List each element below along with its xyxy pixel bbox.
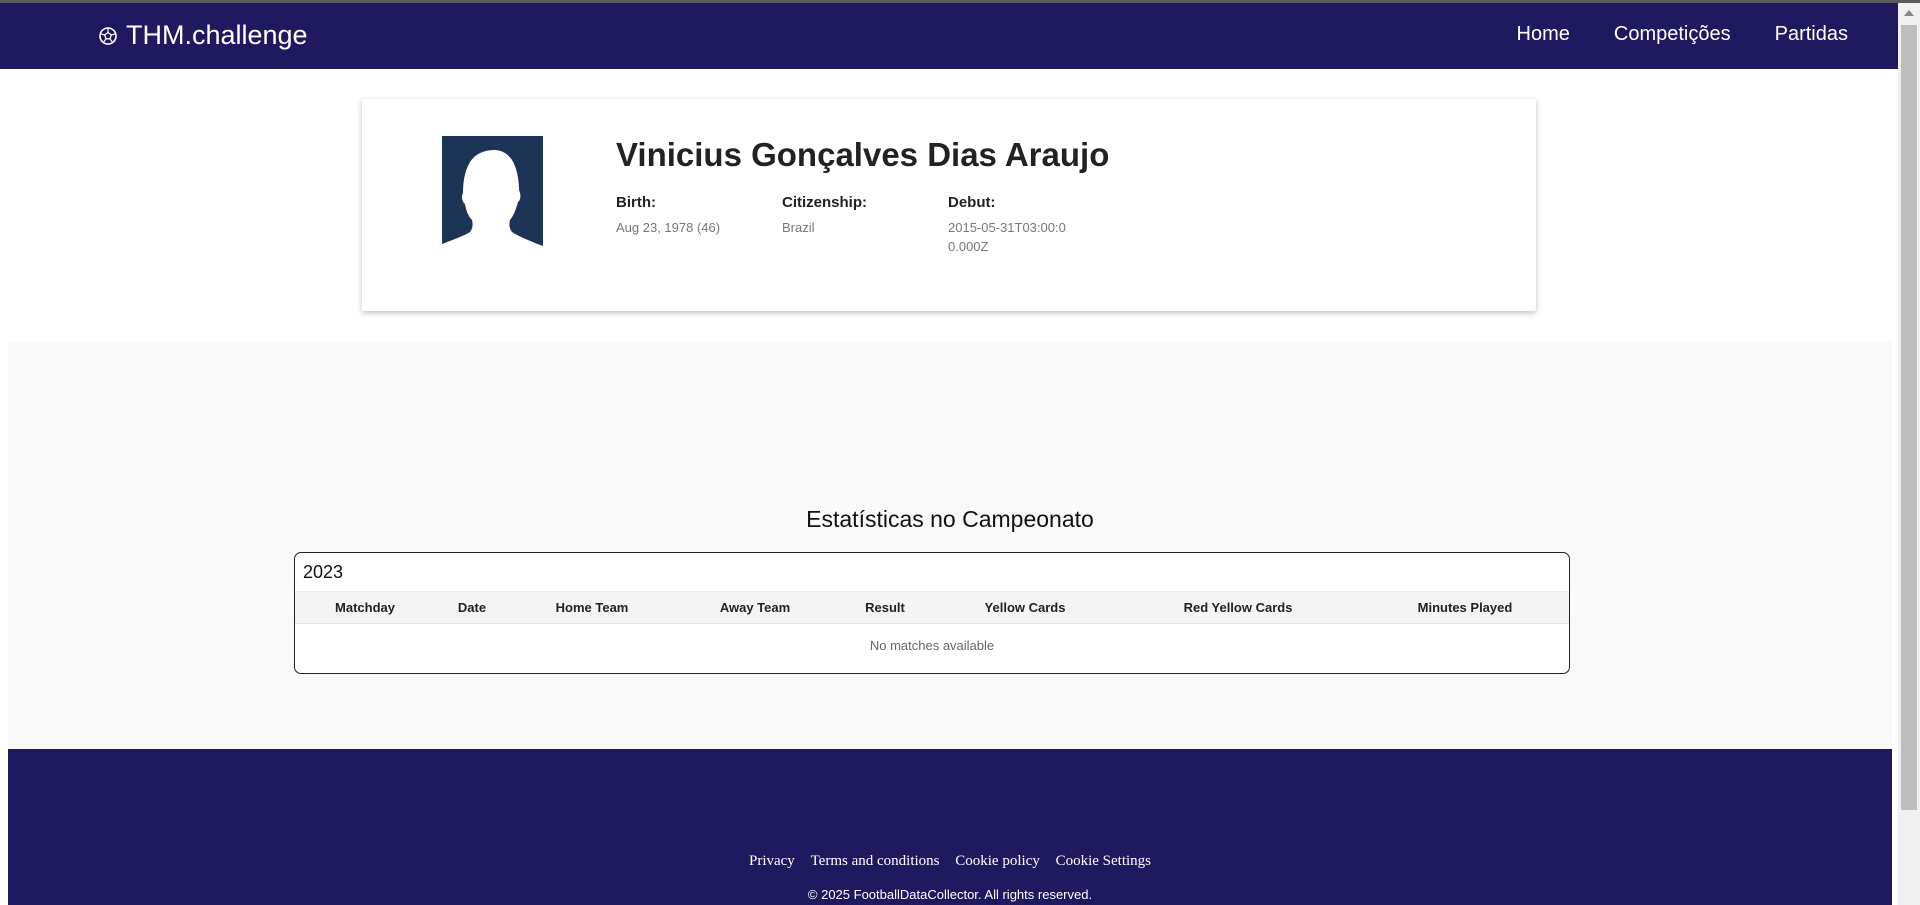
citizenship-info: Citizenship: Brazil xyxy=(782,194,922,237)
championship-stats-section: Estatísticas no Campeonato 2023 Matchday… xyxy=(8,342,1892,749)
birth-value: Aug 23, 1978 (46) xyxy=(616,220,721,235)
player-profile-card: Vinicius Gonçalves Dias Araujo Birth: Au… xyxy=(362,99,1536,311)
col-result: Result xyxy=(865,600,905,615)
stats-table-container: 2023 Matchday Date Home Team Away Team R… xyxy=(294,552,1570,674)
debut-info: Debut: 2015-05-31T03:00:00.000Z xyxy=(948,194,1068,256)
main-nav: Home Competições Partidas xyxy=(1517,23,1848,46)
citizenship-value: Brazil xyxy=(782,220,815,235)
person-silhouette-icon xyxy=(442,136,543,256)
copyright-text: © 2025 FootballDataCollector. All rights… xyxy=(807,887,1093,902)
soccer-ball-icon xyxy=(99,26,117,45)
col-yellow-cards: Yellow Cards xyxy=(984,600,1066,615)
site-footer: Privacy Terms and conditions Cookie poli… xyxy=(8,749,1892,905)
top-navbar: THM.challenge Home Competições Partidas xyxy=(0,3,1898,69)
col-away-team: Away Team xyxy=(719,600,791,615)
stats-title: Estatísticas no Campeonato xyxy=(806,506,1094,532)
debut-value: 2015-05-31T03:00:00.000Z xyxy=(948,220,1066,254)
footer-links: Privacy Terms and conditions Cookie poli… xyxy=(8,853,1892,870)
nav-competicoes[interactable]: Competições xyxy=(1614,23,1731,46)
footer-link-cookie-policy[interactable]: Cookie policy xyxy=(955,853,1040,869)
footer-link-privacy[interactable]: Privacy xyxy=(749,853,795,869)
footer-link-cookie-settings[interactable]: Cookie Settings xyxy=(1056,853,1151,869)
player-name: Vinicius Gonçalves Dias Araujo xyxy=(616,136,1110,173)
col-home-team: Home Team xyxy=(555,600,629,615)
scrollbar-thumb[interactable] xyxy=(1901,25,1917,810)
season-year: 2023 xyxy=(303,562,344,582)
empty-table-message: No matches available xyxy=(869,638,995,653)
citizenship-label: Citizenship: xyxy=(782,194,867,211)
footer-link-terms[interactable]: Terms and conditions xyxy=(811,853,940,869)
brand-name: THM.challenge xyxy=(126,20,308,50)
debut-label: Debut: xyxy=(948,194,996,211)
vertical-scrollbar[interactable] xyxy=(1898,3,1920,905)
col-red-yellow-cards: Red Yellow Cards xyxy=(1183,600,1293,615)
birth-label: Birth: xyxy=(616,194,656,211)
col-date: Date xyxy=(457,600,487,615)
nav-home[interactable]: Home xyxy=(1517,23,1570,46)
col-matchday: Matchday xyxy=(335,600,395,615)
stats-table-header: Matchday Date Home Team Away Team Result… xyxy=(295,591,1569,624)
brand[interactable]: THM.challenge xyxy=(98,20,308,51)
nav-partidas[interactable]: Partidas xyxy=(1775,23,1848,46)
scroll-up-arrow-icon[interactable] xyxy=(1904,10,1914,16)
col-minutes-played: Minutes Played xyxy=(1417,600,1513,615)
birth-info: Birth: Aug 23, 1978 (46) xyxy=(616,194,756,237)
